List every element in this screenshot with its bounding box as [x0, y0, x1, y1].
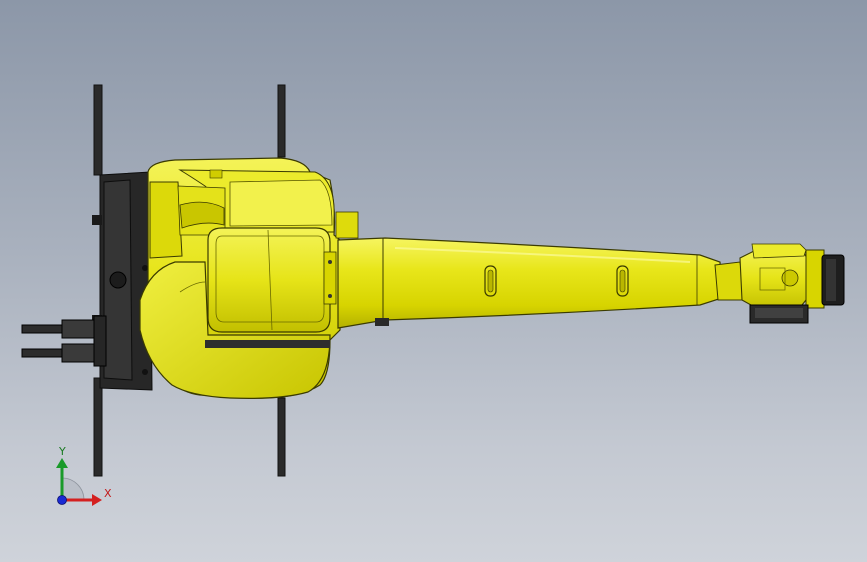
- coordinate-triad[interactable]: Y X: [56, 445, 112, 506]
- robot-upper-arm: [337, 237, 723, 329]
- model-viewport[interactable]: Y X: [0, 0, 867, 562]
- robot-wrist: [714, 243, 845, 324]
- y-axis-label: Y: [58, 445, 66, 458]
- z-axis-dot: [57, 495, 67, 505]
- x-axis-label: X: [104, 487, 112, 500]
- robot-model-view[interactable]: Y X: [0, 0, 867, 562]
- cable-connectors: [21, 315, 107, 367]
- robot-main-body: [139, 157, 359, 399]
